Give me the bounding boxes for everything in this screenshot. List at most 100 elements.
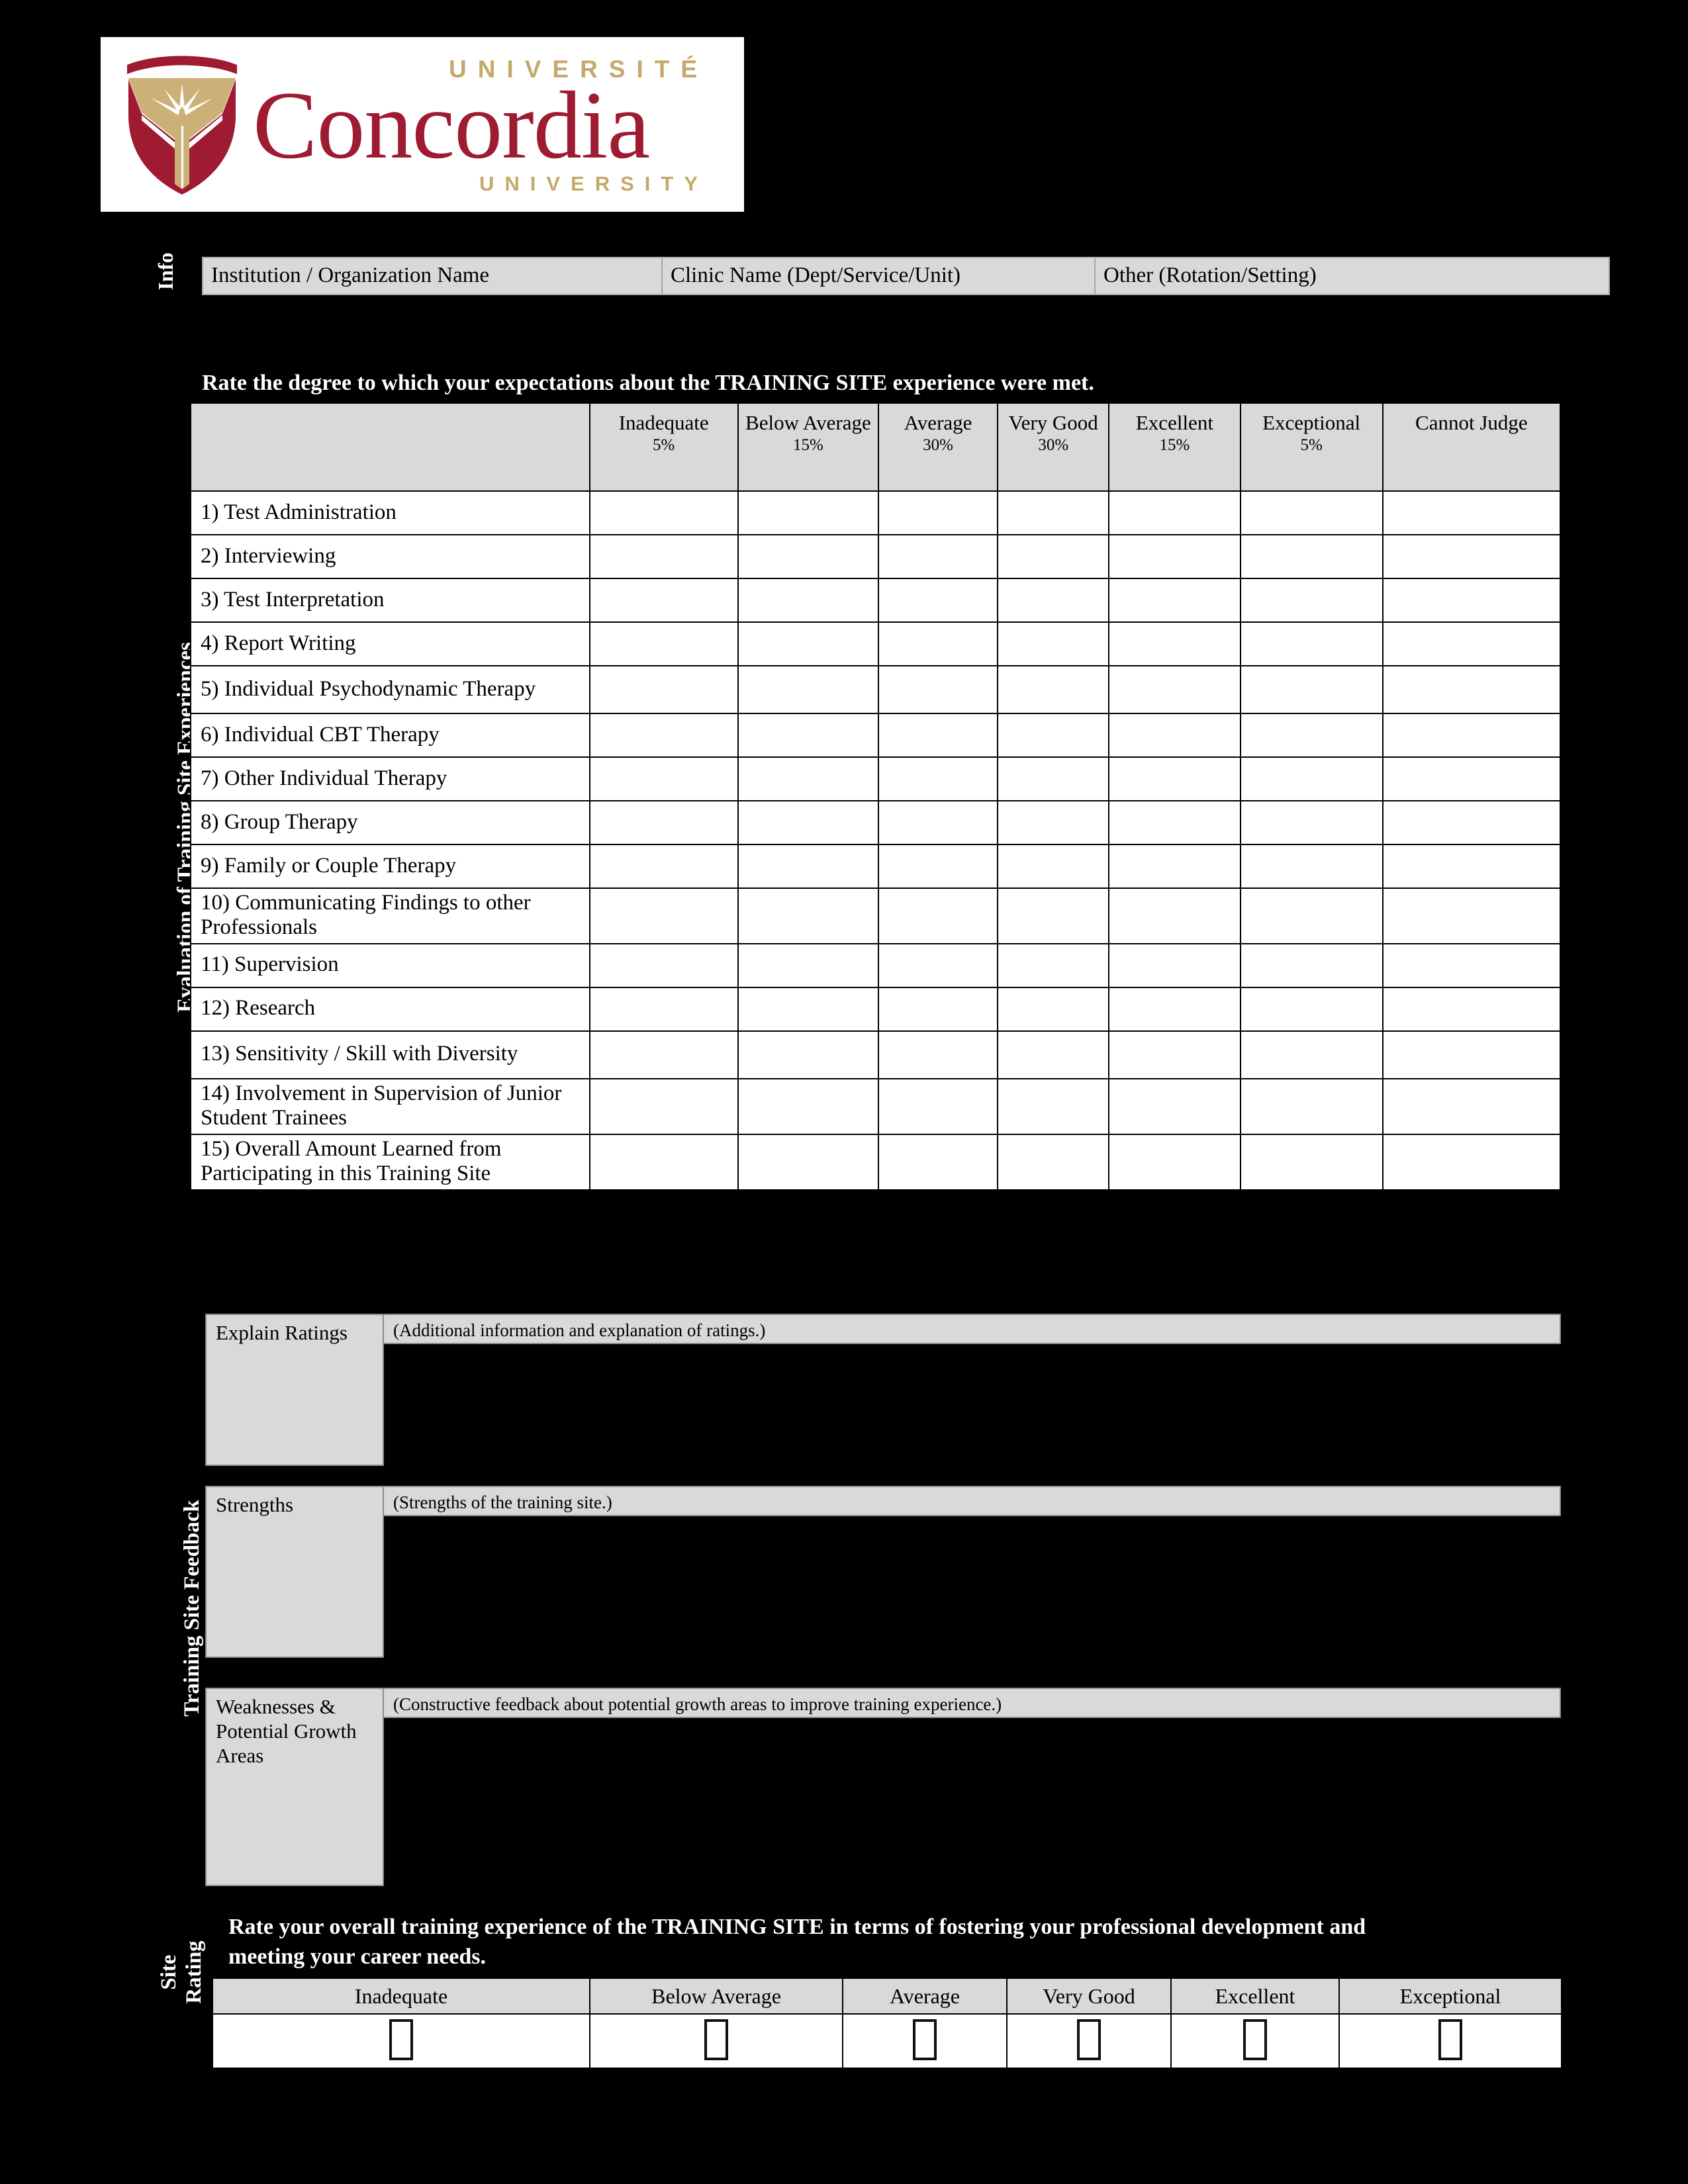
main-table-rating-cell[interactable] bbox=[588, 713, 739, 758]
main-table-rating-cell[interactable] bbox=[997, 1030, 1110, 1079]
main-table-rating-cell[interactable] bbox=[1239, 887, 1383, 944]
main-table-rating-cell[interactable] bbox=[588, 1077, 739, 1135]
main-table-rating-cell[interactable] bbox=[737, 844, 879, 889]
main-table-rating-cell[interactable] bbox=[1382, 621, 1562, 666]
main-table-rating-cell[interactable] bbox=[877, 1030, 999, 1079]
site-rating-option-cell[interactable] bbox=[1338, 2013, 1562, 2069]
main-table-rating-cell[interactable] bbox=[588, 887, 739, 944]
main-table-rating-cell[interactable] bbox=[737, 986, 879, 1032]
main-table-rating-cell[interactable] bbox=[1239, 800, 1383, 845]
main-table-rating-cell[interactable] bbox=[588, 578, 739, 623]
checkbox-icon[interactable] bbox=[704, 2019, 728, 2060]
main-table-rating-cell[interactable] bbox=[877, 713, 999, 758]
checkbox-icon[interactable] bbox=[1077, 2019, 1101, 2060]
site-rating-option-cell[interactable] bbox=[589, 2013, 843, 2069]
main-table-rating-cell[interactable] bbox=[1382, 490, 1562, 535]
main-table-rating-cell[interactable] bbox=[588, 844, 739, 889]
main-table-rating-cell[interactable] bbox=[1382, 756, 1562, 801]
main-table-rating-cell[interactable] bbox=[588, 490, 739, 535]
main-table-rating-cell[interactable] bbox=[1382, 942, 1562, 988]
main-table-rating-cell[interactable] bbox=[1108, 534, 1241, 579]
main-table-rating-cell[interactable] bbox=[1108, 665, 1241, 714]
main-table-rating-cell[interactable] bbox=[1108, 887, 1241, 944]
main-table-rating-cell[interactable] bbox=[997, 1077, 1110, 1135]
checkbox-icon[interactable] bbox=[389, 2019, 413, 2060]
main-table-rating-cell[interactable] bbox=[1108, 844, 1241, 889]
info-field-other[interactable]: Other (Rotation/Setting) bbox=[1094, 257, 1610, 295]
main-table-rating-cell[interactable] bbox=[1108, 713, 1241, 758]
main-table-rating-cell[interactable] bbox=[1108, 942, 1241, 988]
checkbox-icon[interactable] bbox=[1438, 2019, 1462, 2060]
main-table-rating-cell[interactable] bbox=[1382, 665, 1562, 714]
main-table-rating-cell[interactable] bbox=[737, 621, 879, 666]
main-table-rating-cell[interactable] bbox=[737, 800, 879, 845]
main-table-rating-cell[interactable] bbox=[1382, 1077, 1562, 1135]
main-table-rating-cell[interactable] bbox=[877, 756, 999, 801]
main-table-rating-cell[interactable] bbox=[1382, 887, 1562, 944]
main-table-rating-cell[interactable] bbox=[588, 1030, 739, 1079]
main-table-rating-cell[interactable] bbox=[877, 942, 999, 988]
site-rating-option-cell[interactable] bbox=[212, 2013, 590, 2069]
main-table-rating-cell[interactable] bbox=[1382, 800, 1562, 845]
main-table-rating-cell[interactable] bbox=[1239, 942, 1383, 988]
feedback-input-strengths[interactable] bbox=[384, 1516, 1561, 1658]
main-table-rating-cell[interactable] bbox=[1239, 534, 1383, 579]
main-table-rating-cell[interactable] bbox=[1239, 1077, 1383, 1135]
site-rating-option-cell[interactable] bbox=[1006, 2013, 1172, 2069]
main-table-rating-cell[interactable] bbox=[1382, 844, 1562, 889]
main-table-rating-cell[interactable] bbox=[1382, 986, 1562, 1032]
main-table-rating-cell[interactable] bbox=[737, 665, 879, 714]
main-table-rating-cell[interactable] bbox=[1239, 578, 1383, 623]
site-rating-option-cell[interactable] bbox=[1170, 2013, 1340, 2069]
main-table-rating-cell[interactable] bbox=[737, 1077, 879, 1135]
main-table-rating-cell[interactable] bbox=[877, 1077, 999, 1135]
info-field-clinic[interactable]: Clinic Name (Dept/Service/Unit) bbox=[661, 257, 1096, 295]
main-table-rating-cell[interactable] bbox=[997, 621, 1110, 666]
main-table-rating-cell[interactable] bbox=[588, 756, 739, 801]
main-table-rating-cell[interactable] bbox=[1108, 621, 1241, 666]
main-table-rating-cell[interactable] bbox=[877, 490, 999, 535]
main-table-rating-cell[interactable] bbox=[997, 756, 1110, 801]
main-table-rating-cell[interactable] bbox=[737, 1030, 879, 1079]
main-table-rating-cell[interactable] bbox=[1108, 756, 1241, 801]
main-table-rating-cell[interactable] bbox=[997, 534, 1110, 579]
main-table-rating-cell[interactable] bbox=[1239, 621, 1383, 666]
main-table-rating-cell[interactable] bbox=[997, 986, 1110, 1032]
site-rating-option-cell[interactable] bbox=[842, 2013, 1008, 2069]
main-table-rating-cell[interactable] bbox=[997, 1133, 1110, 1191]
main-table-rating-cell[interactable] bbox=[997, 490, 1110, 535]
main-table-rating-cell[interactable] bbox=[588, 534, 739, 579]
main-table-rating-cell[interactable] bbox=[737, 578, 879, 623]
main-table-rating-cell[interactable] bbox=[877, 534, 999, 579]
main-table-rating-cell[interactable] bbox=[997, 665, 1110, 714]
main-table-rating-cell[interactable] bbox=[1239, 1133, 1383, 1191]
main-table-rating-cell[interactable] bbox=[997, 578, 1110, 623]
checkbox-icon[interactable] bbox=[913, 2019, 937, 2060]
main-table-rating-cell[interactable] bbox=[1239, 844, 1383, 889]
main-table-rating-cell[interactable] bbox=[877, 1133, 999, 1191]
main-table-rating-cell[interactable] bbox=[737, 756, 879, 801]
main-table-rating-cell[interactable] bbox=[588, 621, 739, 666]
checkbox-icon[interactable] bbox=[1243, 2019, 1267, 2060]
main-table-rating-cell[interactable] bbox=[1108, 578, 1241, 623]
main-table-rating-cell[interactable] bbox=[1108, 1030, 1241, 1079]
main-table-rating-cell[interactable] bbox=[997, 800, 1110, 845]
main-table-rating-cell[interactable] bbox=[1108, 1133, 1241, 1191]
main-table-rating-cell[interactable] bbox=[737, 1133, 879, 1191]
main-table-rating-cell[interactable] bbox=[1382, 578, 1562, 623]
main-table-rating-cell[interactable] bbox=[1239, 665, 1383, 714]
feedback-input-weaknesses[interactable] bbox=[384, 1718, 1561, 1886]
main-table-rating-cell[interactable] bbox=[588, 986, 739, 1032]
main-table-rating-cell[interactable] bbox=[737, 887, 879, 944]
main-table-rating-cell[interactable] bbox=[1382, 1030, 1562, 1079]
main-table-rating-cell[interactable] bbox=[877, 800, 999, 845]
main-table-rating-cell[interactable] bbox=[997, 942, 1110, 988]
info-field-institution[interactable]: Institution / Organization Name bbox=[202, 257, 663, 295]
main-table-rating-cell[interactable] bbox=[588, 800, 739, 845]
main-table-rating-cell[interactable] bbox=[1108, 490, 1241, 535]
main-table-rating-cell[interactable] bbox=[877, 621, 999, 666]
main-table-rating-cell[interactable] bbox=[1382, 534, 1562, 579]
main-table-rating-cell[interactable] bbox=[997, 887, 1110, 944]
main-table-rating-cell[interactable] bbox=[1108, 986, 1241, 1032]
main-table-rating-cell[interactable] bbox=[1382, 713, 1562, 758]
